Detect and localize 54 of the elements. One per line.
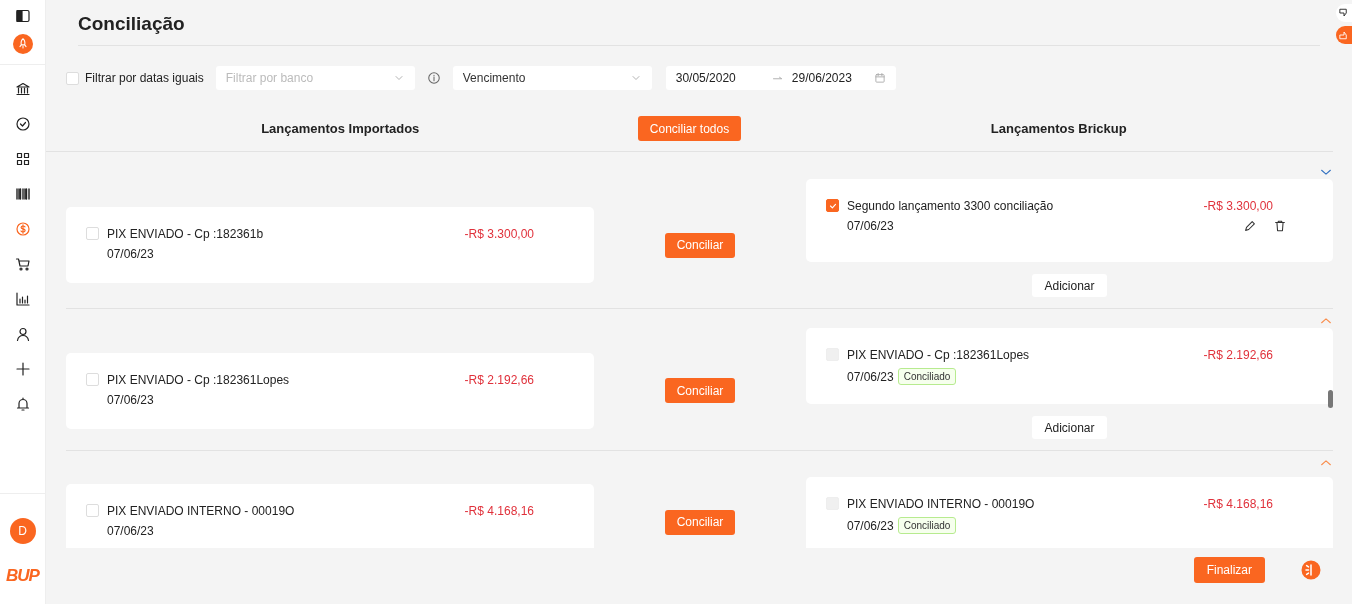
calendar-icon <box>873 72 886 84</box>
transaction-description: PIX ENVIADO - Cp :182361Lopes <box>847 348 1031 362</box>
transaction-amount: -R$ 4.168,16 <box>464 504 535 518</box>
brand-logo: BUP <box>6 566 39 586</box>
transaction-date: 07/06/23 <box>107 524 154 538</box>
bank-filter-field[interactable]: Filtrar por banco <box>215 66 415 90</box>
barcode-icon[interactable] <box>14 186 31 202</box>
transaction-date: 07/06/23 <box>847 219 894 233</box>
transaction-date: 07/06/23 <box>847 369 894 384</box>
plus-icon[interactable] <box>14 361 31 377</box>
transaction-amount: -R$ 4.168,16 <box>1203 497 1274 511</box>
chart-icon[interactable] <box>14 291 31 307</box>
delete-icon[interactable] <box>1273 219 1287 233</box>
transaction-amount: -R$ 2.192,66 <box>1203 348 1274 362</box>
column-heading: Lançamentos Brickup <box>989 121 1128 136</box>
scrollbar-thumb[interactable] <box>1328 390 1333 408</box>
status-tag: Conciliado <box>897 517 957 534</box>
transaction-description: PIX ENVIADO - Cp :182361Lopes <box>107 372 291 387</box>
cart-icon[interactable] <box>14 256 31 272</box>
conciliate-button[interactable]: Conciliar <box>664 232 736 258</box>
conciliate-button[interactable]: Conciliar <box>664 378 736 403</box>
bell-icon[interactable] <box>14 396 31 412</box>
transaction-description: Segundo lançamento 3300 conciliação <box>847 199 1055 213</box>
rocket-icon[interactable] <box>12 34 33 54</box>
transaction-date: 07/06/23 <box>107 392 154 407</box>
grid-icon[interactable] <box>14 151 31 167</box>
transaction-description: PIX ENVIADO INTERNO - 00019O <box>847 497 1036 511</box>
dollar-icon[interactable] <box>14 221 31 237</box>
sidebar-toggle-icon[interactable] <box>14 8 31 24</box>
status-tag: Conciliado <box>897 368 957 385</box>
conciliate-all-button[interactable]: Conciliar todos <box>637 116 742 141</box>
add-button[interactable]: Adicionar <box>1032 274 1107 297</box>
checkbox-label: Filtrar por datas iguais <box>85 71 204 85</box>
bank-icon[interactable] <box>14 81 31 97</box>
transaction-description: PIX ENVIADO INTERNO - 00019O <box>107 504 296 518</box>
user-avatar[interactable]: D <box>9 518 36 544</box>
transaction-amount: -R$ 2.192,66 <box>464 372 535 387</box>
transaction-date: 07/06/23 <box>847 518 894 533</box>
info-icon[interactable] <box>426 71 441 85</box>
user-icon[interactable] <box>14 326 31 342</box>
column-heading: Lançamentos Importados <box>260 121 421 136</box>
page-title: Conciliação <box>78 0 1320 46</box>
edit-icon[interactable] <box>1243 219 1257 233</box>
date-type-select[interactable]: Vencimento <box>452 66 652 90</box>
transaction-description: PIX ENVIADO - Cp :182361b <box>107 227 265 241</box>
add-button[interactable]: Adicionar <box>1032 416 1107 439</box>
checkbox[interactable] <box>826 199 839 212</box>
transaction-amount: -R$ 3.300,00 <box>464 227 535 241</box>
transaction-date: 07/06/23 <box>107 247 154 261</box>
date-range-field[interactable]: 30/05/2020 29/06/2023 <box>665 66 896 90</box>
finish-button[interactable]: Finalizar <box>1193 557 1265 583</box>
conciliate-button[interactable]: Conciliar <box>664 509 736 535</box>
check-icon[interactable] <box>14 116 31 132</box>
transaction-amount: -R$ 3.300,00 <box>1203 199 1274 213</box>
